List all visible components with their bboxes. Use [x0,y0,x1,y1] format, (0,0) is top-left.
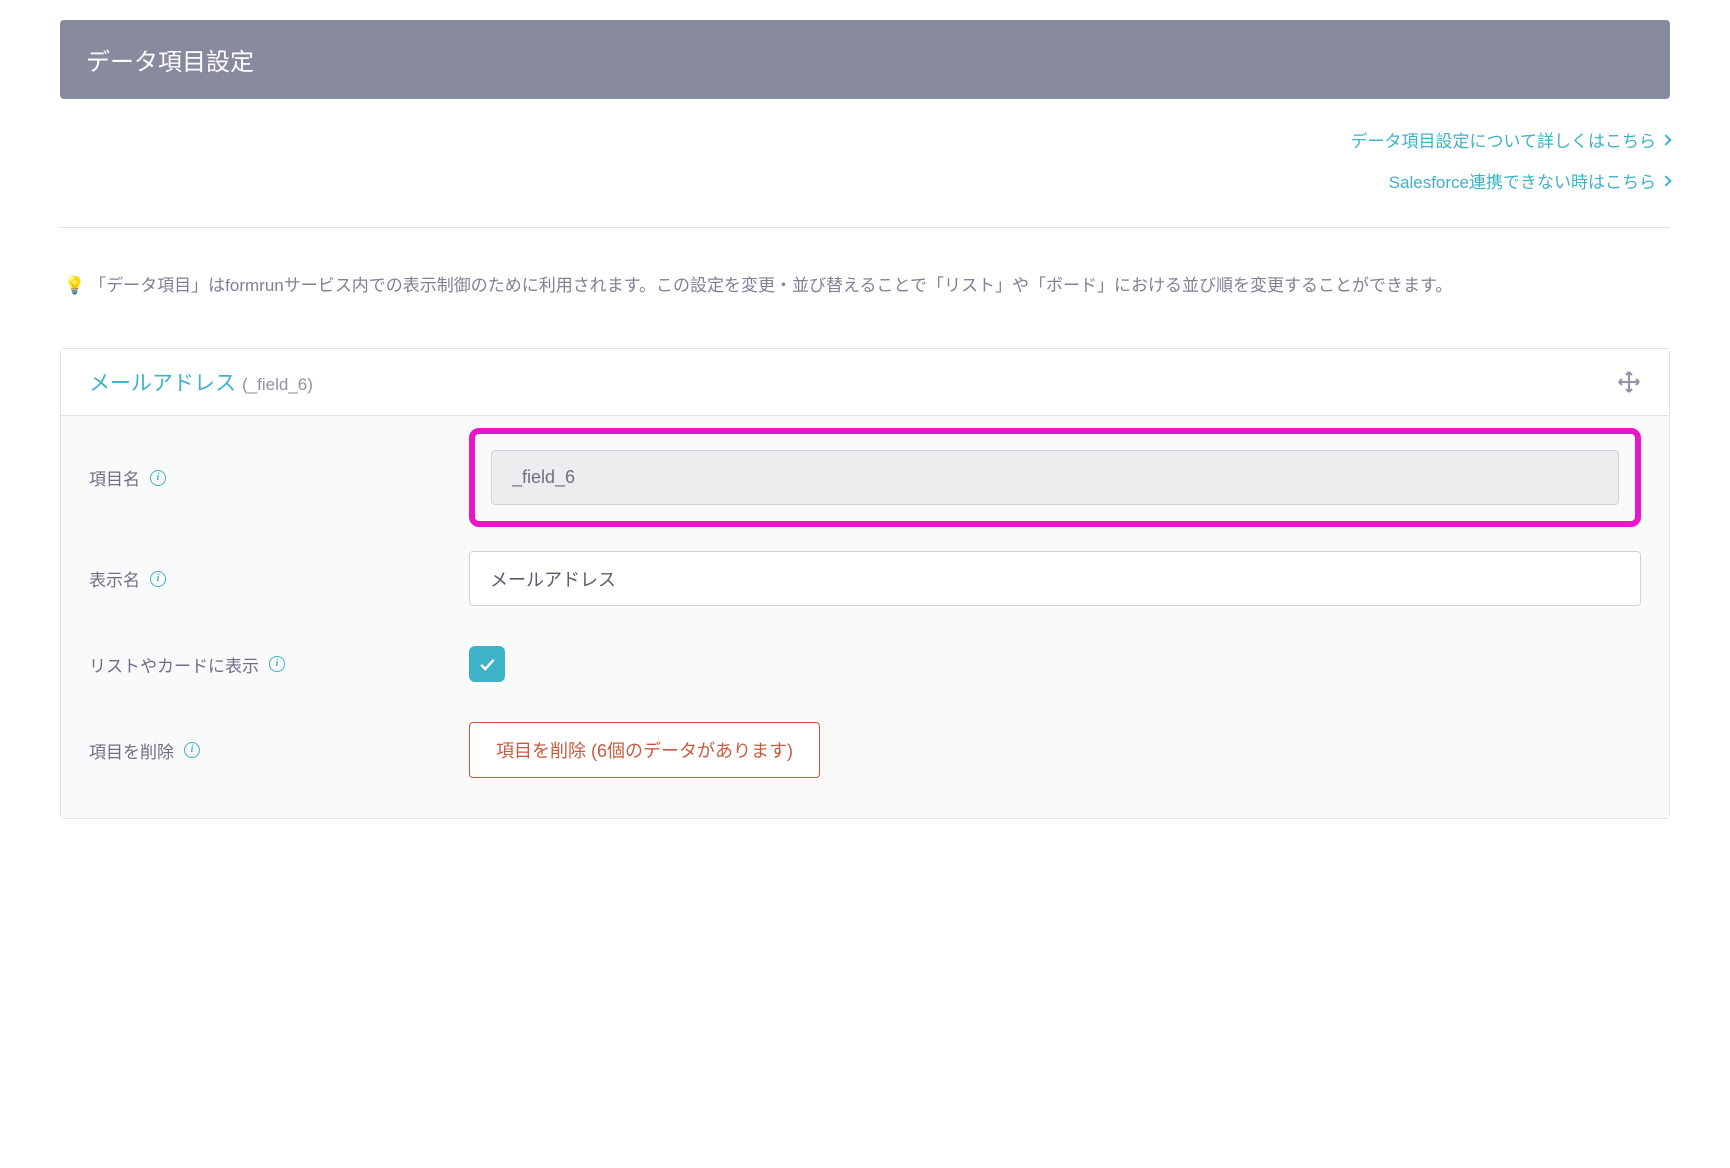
info-icon[interactable]: i [184,742,200,758]
help-link-salesforce[interactable]: Salesforce連携できない時はこちら [1389,168,1670,193]
label-item-name-text: 項目名 [89,465,140,490]
label-delete-item-text: 項目を削除 [89,738,174,763]
highlight-box [469,428,1641,527]
info-icon[interactable]: i [150,470,166,486]
show-in-list-wrap [469,646,1641,682]
info-icon[interactable]: i [269,656,285,672]
info-icon[interactable]: i [150,571,166,587]
help-link-settings[interactable]: データ項目設定について詳しくはこちら [1351,127,1671,152]
field-id: (_field_6) [242,375,313,395]
check-icon [477,654,497,674]
info-text-content: 「データ項目」はformrunサービス内での表示制御のために利用されます。この設… [89,276,1452,295]
show-in-list-checkbox[interactable] [469,646,505,682]
field-card-header: メールアドレス (_field_6) [61,349,1669,416]
field-card: メールアドレス (_field_6) 項目名 i 表示名 i [60,348,1670,819]
label-item-name: 項目名 i [89,465,469,490]
field-title-wrap: メールアドレス (_field_6) [89,367,313,397]
label-show-in-list: リストやカードに表示 i [89,652,469,677]
display-name-input[interactable] [469,551,1641,606]
help-link-settings-text: データ項目設定について詳しくはこちら [1351,127,1657,152]
divider [60,227,1670,228]
form-row-delete: 項目を削除 i 項目を削除 (6個のデータがあります) [89,722,1641,778]
page-title: データ項目設定 [86,49,254,76]
chevron-right-icon [1660,134,1671,145]
bulb-icon: 💡 [64,276,85,295]
form-row-display-name: 表示名 i [89,551,1641,606]
label-display-name: 表示名 i [89,566,469,591]
form-row-item-name: 項目名 i [89,428,1641,527]
chevron-right-icon [1660,175,1671,186]
label-show-in-list-text: リストやカードに表示 [89,652,259,677]
help-link-salesforce-text: Salesforce連携できない時はこちら [1389,168,1656,193]
label-delete-item: 項目を削除 i [89,738,469,763]
page-header: データ項目設定 [60,20,1670,99]
delete-wrap: 項目を削除 (6個のデータがあります) [469,722,1641,778]
field-card-body: 項目名 i 表示名 i リストやカードに表示 i [61,416,1669,818]
display-name-wrap [469,551,1641,606]
delete-button[interactable]: 項目を削除 (6個のデータがあります) [469,722,820,778]
item-name-input[interactable] [491,450,1619,505]
drag-handle-icon[interactable] [1617,370,1641,394]
label-display-name-text: 表示名 [89,566,140,591]
info-text: 💡「データ項目」はformrunサービス内での表示制御のために利用されます。この… [60,270,1670,302]
field-title[interactable]: メールアドレス [89,367,236,397]
form-row-show-in-list: リストやカードに表示 i [89,646,1641,682]
help-links: データ項目設定について詳しくはこちら Salesforce連携できない時はこちら [60,127,1670,203]
